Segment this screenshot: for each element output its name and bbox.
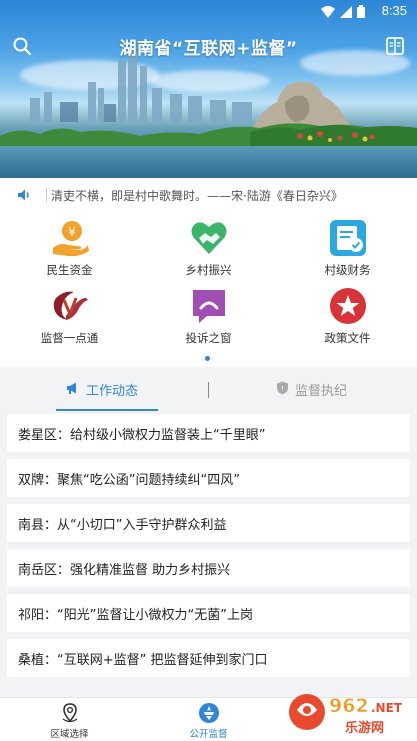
svg-text:962: 962 — [329, 695, 369, 717]
grid-item-policy-documents[interactable]: 政策文件 — [278, 286, 417, 346]
grid-label: 乡村振兴 — [185, 263, 232, 277]
ticker-divider — [46, 188, 47, 202]
shield-icon: ! — [276, 381, 289, 399]
heart-handshake-icon — [189, 218, 229, 258]
announcement-ticker[interactable]: 清吏不横，即是村中歌舞时。——宋·陆游《春日杂兴》 — [0, 178, 417, 212]
grid-item-supervision-one-click[interactable]: 监督一点通 — [0, 286, 139, 346]
status-bar: 8:35 — [0, 0, 417, 24]
money-hand-icon: ¥ — [50, 218, 90, 258]
page-title: 湖南省“互联网+监督” — [119, 39, 298, 59]
active-tab-indicator — [56, 409, 158, 411]
nav-region-select[interactable]: 区域选择 — [0, 702, 139, 740]
supervision-logo-icon — [50, 286, 90, 326]
news-title: 南岳区：强化精准监督 助力乡村振兴 — [18, 562, 231, 578]
complaint-window-icon — [189, 286, 229, 326]
grid-label: 监督一点通 — [40, 331, 99, 345]
list-item[interactable]: 娄星区：给村级小微权力监督装上“千里眼” — [7, 414, 410, 452]
grid-item-village-finance[interactable]: 村级财务 — [278, 218, 417, 278]
list-item[interactable]: 桑植：“互联网+监督” 把监督延伸到家门口 — [7, 639, 410, 677]
star-badge-icon — [328, 286, 368, 326]
tab-label: 工作动态 — [86, 384, 139, 399]
status-time: 8:35 — [381, 3, 407, 18]
battery-icon — [357, 5, 365, 18]
list-item[interactable]: 双牌：聚焦“吃公函”问题持续纠“四风” — [7, 459, 410, 497]
speaker-icon — [16, 187, 32, 203]
news-tabs: 工作动态 ! 监督执纪 — [0, 372, 417, 412]
list-item[interactable]: 祁阳：“阳光”监督让小微权力“无菌”上岗 — [7, 594, 410, 632]
news-title: 桑植：“互联网+监督” 把监督延伸到家门口 — [18, 652, 268, 668]
tab-discipline[interactable]: ! 监督执纪 — [276, 380, 347, 399]
svg-text:!: ! — [281, 384, 284, 392]
nav-public-supervision[interactable]: 公开监督 — [139, 702, 278, 740]
grid-label: 民生资金 — [46, 263, 93, 277]
location-pin-icon — [59, 702, 81, 724]
pager-dot — [205, 356, 210, 361]
grid-item-rural-revitalization[interactable]: 乡村振兴 — [139, 218, 278, 278]
watermark-logo: 962 .NET 乐游网 — [289, 694, 403, 736]
grid-label: 村级财务 — [324, 263, 371, 277]
header-banner: 8:35 湖南省“互联网+监督” — [0, 0, 417, 178]
nav-label: 区域选择 — [50, 729, 89, 740]
supervision-emblem-icon — [198, 702, 220, 724]
news-title: 双牌：聚焦“吃公函”问题持续纠“四风” — [18, 472, 240, 488]
wifi-icon — [321, 5, 335, 18]
trees-image — [0, 123, 417, 148]
feature-grid: ¥ 民生资金 乡村振兴 村级财务 监督一点通 投诉之窗 政策文件 — [0, 212, 417, 367]
news-title: 祁阳：“阳光”监督让小微权力“无菌”上岗 — [18, 607, 253, 623]
list-item[interactable]: 南县：从“小切口”入手守护群众利益 — [7, 504, 410, 542]
status-icons — [321, 5, 365, 18]
river-image — [0, 146, 417, 178]
news-list: 娄星区：给村级小微权力监督装上“千里眼” 双牌：聚焦“吃公函”问题持续纠“四风”… — [7, 414, 410, 684]
tab-work-updates[interactable]: 工作动态 — [66, 380, 138, 399]
grid-label: 政策文件 — [324, 331, 371, 345]
svg-text:¥: ¥ — [68, 225, 76, 239]
svg-text:乐游网: 乐游网 — [345, 720, 384, 736]
news-title: 娄星区：给村级小微权力监督装上“千里眼” — [18, 427, 266, 443]
list-item[interactable]: 南岳区：强化精准监督 助力乡村振兴 — [7, 549, 410, 587]
finance-check-icon — [328, 218, 368, 258]
tab-separator — [208, 382, 209, 398]
megaphone-icon — [66, 381, 80, 399]
nav-label: 公开监督 — [189, 729, 228, 740]
grid-label: 投诉之窗 — [185, 331, 232, 345]
svg-text:.NET: .NET — [371, 701, 403, 715]
signal-icon — [340, 5, 352, 18]
tab-label: 监督执纪 — [295, 384, 348, 399]
ticker-text: 清吏不横，即是村中歌舞时。——宋·陆游《春日杂兴》 — [51, 188, 343, 203]
news-title: 南县：从“小切口”入手守护群众利益 — [18, 517, 227, 533]
book-icon[interactable] — [385, 36, 405, 56]
grid-item-livelihood-funds[interactable]: ¥ 民生资金 — [0, 218, 139, 278]
grid-item-complaint-window[interactable]: 投诉之窗 — [139, 286, 278, 346]
